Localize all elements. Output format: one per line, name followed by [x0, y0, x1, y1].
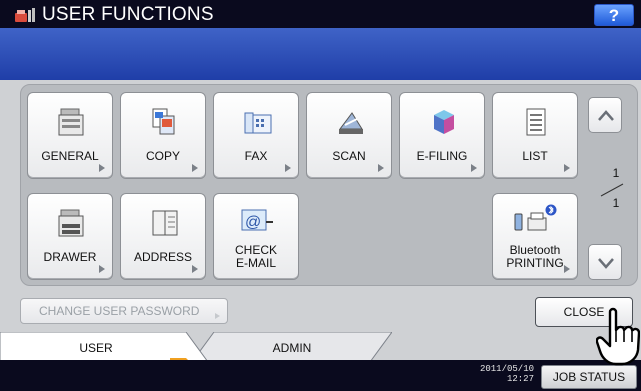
- scan-label: SCAN: [332, 149, 366, 163]
- job-status-button[interactable]: JOB STATUS: [541, 365, 637, 389]
- fax-button[interactable]: FAX: [213, 92, 299, 179]
- check-email-label-line1: CHECK: [234, 243, 277, 257]
- general-icon: [58, 108, 84, 136]
- fax-label: FAX: [244, 149, 268, 163]
- page-total: 1: [612, 196, 620, 210]
- datetime-readout: 2011/05/10 12:27: [468, 364, 534, 384]
- help-button[interactable]: ?: [594, 4, 634, 26]
- chevron-right-icon: [285, 164, 291, 172]
- chevron-right-icon: [378, 164, 384, 172]
- page-current: 1: [612, 166, 620, 180]
- chevron-right-icon: [192, 164, 198, 172]
- scroll-down-button[interactable]: [588, 244, 622, 280]
- drawer-label: DRAWER: [43, 250, 97, 264]
- copy-icon: [152, 108, 175, 135]
- email-icon: @: [241, 209, 273, 231]
- list-button[interactable]: LIST: [492, 92, 578, 179]
- scan-icon: [339, 112, 363, 134]
- scan-button[interactable]: SCAN: [306, 92, 392, 179]
- chevron-right-icon: [564, 265, 570, 273]
- general-label: GENERAL: [41, 149, 99, 163]
- scroll-up-button[interactable]: [588, 97, 622, 133]
- tab-admin-label: ADMIN: [273, 341, 312, 355]
- hand-pointer-icon: [596, 307, 640, 366]
- page-title: USER FUNCTIONS: [42, 4, 214, 25]
- tab-admin[interactable]: ADMIN: [192, 332, 392, 362]
- copy-button[interactable]: COPY: [120, 92, 206, 179]
- chevron-right-icon: [99, 265, 105, 273]
- chevron-right-icon: [564, 164, 570, 172]
- list-label: LIST: [522, 149, 548, 163]
- chevron-down-icon: [598, 258, 614, 269]
- address-button[interactable]: ADDRESS: [120, 193, 206, 280]
- tab-user[interactable]: USER: [0, 332, 208, 362]
- address-book-icon: [152, 210, 178, 236]
- chevron-right-icon: [471, 164, 477, 172]
- list-icon: [526, 108, 546, 136]
- bluetooth-printing-icon: [514, 204, 557, 231]
- chevron-right-icon: [99, 164, 105, 172]
- efiling-icon: [434, 110, 454, 134]
- check-email-label-line2: E-MAIL: [235, 256, 276, 270]
- copy-label: COPY: [145, 149, 180, 163]
- change-password-label: CHANGE USER PASSWORD: [39, 304, 200, 318]
- fax-icon: [244, 112, 272, 134]
- chevron-up-icon: [598, 110, 614, 121]
- drawer-icon: [58, 209, 84, 237]
- chevron-right-icon: [192, 265, 198, 273]
- efiling-button[interactable]: E-FILING: [399, 92, 485, 179]
- date-text: 2011/05/10: [479, 364, 534, 374]
- check-email-button[interactable]: @ CHECK E-MAIL: [213, 193, 299, 280]
- chevron-right-icon: [215, 313, 220, 319]
- svg-text:@: @: [245, 214, 261, 231]
- change-user-password-button[interactable]: CHANGE USER PASSWORD: [20, 298, 228, 324]
- header-band: [0, 28, 641, 80]
- bluetooth-label-line1: Bluetooth: [509, 243, 561, 257]
- bluetooth-printing-button[interactable]: Bluetooth PRINTING: [492, 193, 578, 280]
- toolbox-icon: [14, 6, 36, 24]
- drawer-button[interactable]: DRAWER: [27, 193, 113, 280]
- efiling-label: E-FILING: [416, 149, 468, 163]
- tab-user-label: USER: [79, 341, 113, 355]
- general-button[interactable]: GENERAL: [27, 92, 113, 179]
- time-text: 12:27: [506, 374, 534, 384]
- address-label: ADDRESS: [133, 250, 192, 264]
